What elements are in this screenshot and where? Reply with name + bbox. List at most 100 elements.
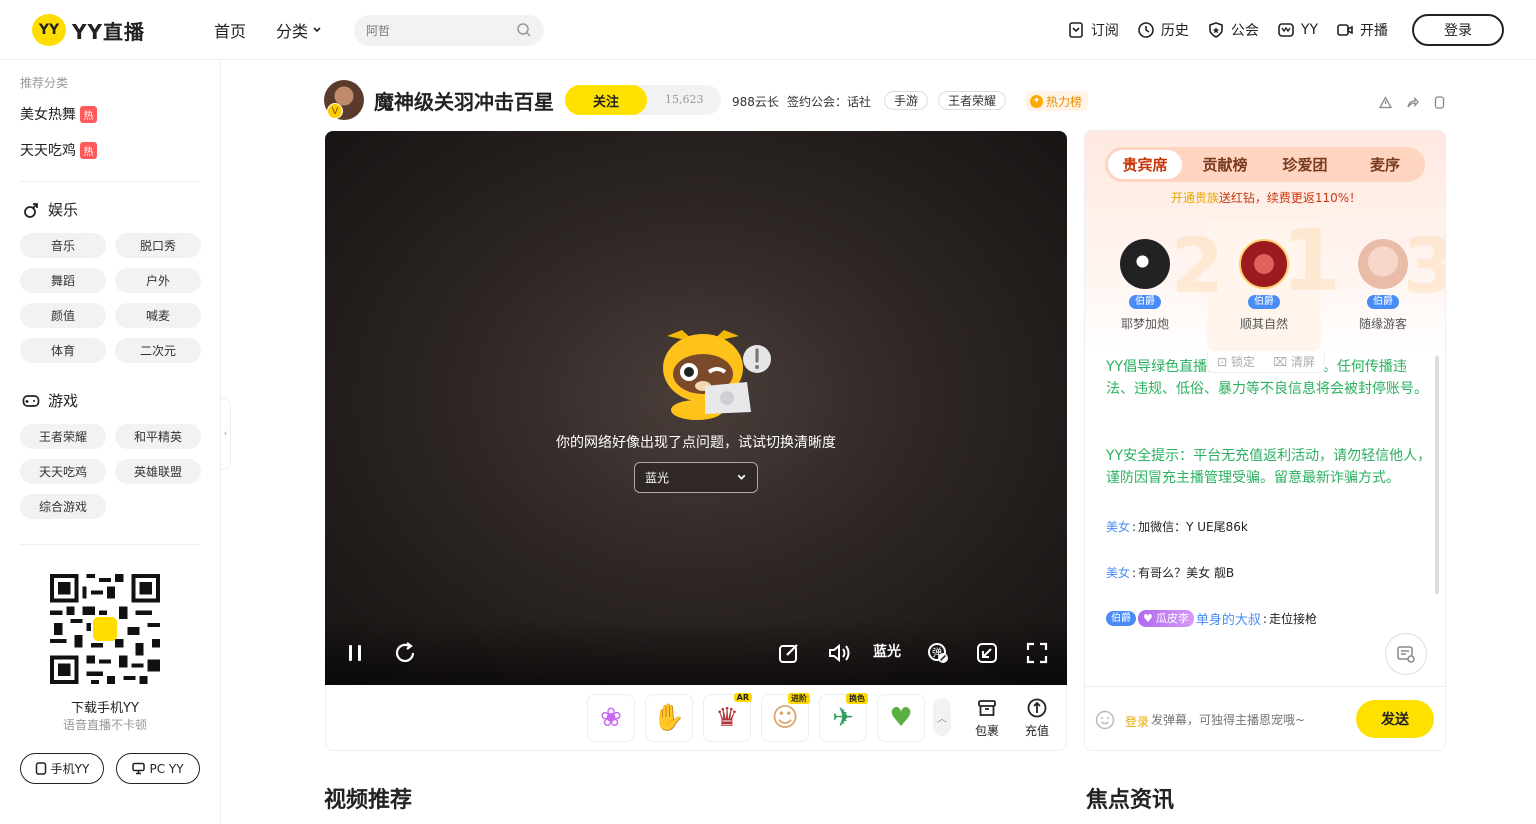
emoji-icon[interactable] — [1095, 710, 1115, 730]
chat-user[interactable]: 美女 — [1106, 564, 1130, 581]
noble-badge: 伯爵 — [1248, 295, 1280, 309]
chat-settings-button[interactable] — [1385, 633, 1427, 675]
pause-icon[interactable] — [343, 641, 367, 665]
lock-button[interactable]: ⊡ 锁定 — [1217, 353, 1255, 370]
go-live-label: 开播 — [1360, 23, 1388, 39]
chip-peacekeeper[interactable]: 和平精英 — [115, 424, 201, 449]
quality-select[interactable]: 蓝光 — [634, 462, 758, 493]
chip-pubg[interactable]: 天天吃鸡 — [20, 459, 106, 484]
edit-icon[interactable] — [777, 641, 801, 665]
nav-category-label: 分类 — [276, 22, 309, 41]
go-live-link[interactable]: 开播 — [1336, 14, 1388, 46]
refresh-icon[interactable] — [393, 641, 417, 665]
search-input[interactable] — [354, 15, 504, 46]
follow-button[interactable]: 关注 — [565, 85, 647, 115]
chip-dance[interactable]: 舞蹈 — [20, 268, 106, 293]
hot-rank-button[interactable]: ✦ 热力榜 — [1026, 91, 1089, 111]
search-icon[interactable] — [516, 22, 532, 38]
phone-watch-icon[interactable] — [1433, 94, 1446, 109]
danmaku-input[interactable] — [1151, 705, 1341, 735]
gift-item[interactable]: ❀ — [587, 694, 635, 742]
input-login-link[interactable]: 登录 — [1125, 713, 1149, 730]
rank-user[interactable]: 伯爵 顺其自然 — [1214, 239, 1314, 332]
rank-user[interactable]: 伯爵 随缘游客 — [1333, 239, 1433, 332]
chip-looks[interactable]: 颜值 — [20, 303, 106, 328]
share-icon[interactable] — [1406, 94, 1419, 108]
video-player[interactable]: 你的网络好像出现了点问题，试试切换清晰度 蓝光 蓝光 弹 — [325, 131, 1067, 685]
danmaku-off-icon[interactable]: 弹 — [926, 641, 950, 665]
clear-button[interactable]: ⌧ 清屏 — [1273, 353, 1315, 370]
send-button[interactable]: 发送 — [1356, 700, 1434, 738]
login-button[interactable]: 登录 — [1412, 14, 1504, 46]
rank-user-name: 随缘游客 — [1358, 317, 1407, 331]
chip-acg[interactable]: 二次元 — [115, 338, 201, 363]
tag-honor-of-kings[interactable]: 王者荣耀 — [938, 91, 1007, 110]
guild-link[interactable]: 公会 — [1207, 14, 1259, 46]
download-pc-button[interactable]: PC YY — [116, 753, 200, 784]
section-games: 游戏 — [22, 390, 78, 411]
qr-title: 下载手机YY — [71, 701, 139, 716]
search-box — [354, 15, 544, 46]
divider — [20, 181, 200, 182]
chip-talkshow[interactable]: 脱口秀 — [115, 233, 201, 258]
gift-expand-button[interactable]: ︿ — [933, 698, 951, 736]
tab-mic-queue[interactable]: 麦序 — [1345, 147, 1425, 182]
chat-separator: : — [1262, 611, 1267, 626]
room-title: 魔神级关羽冲击百星 — [374, 90, 554, 114]
yy-link[interactable]: YY — [1277, 14, 1318, 46]
history-link[interactable]: 历史 — [1137, 14, 1189, 46]
fullscreen-icon[interactable] — [1025, 641, 1049, 665]
report-icon[interactable] — [1378, 94, 1393, 109]
gift-balloon-icon: ♥ — [889, 703, 913, 733]
section-entertainment: 娱乐 — [22, 199, 78, 220]
chip-honor-of-kings[interactable]: 王者荣耀 — [20, 424, 106, 449]
tab-fan-club[interactable]: 珍爱团 — [1265, 147, 1345, 182]
top-bar: YY YY直播 首页 分类 订阅 历史 公会 YY 开播 登录 — [0, 0, 1536, 60]
chip-lol[interactable]: 英雄联盟 — [115, 459, 201, 484]
chat-text: 有哥么？美女 靓B — [1138, 566, 1235, 580]
top-right-menu: 订阅 历史 公会 YY 开播 登录 — [1067, 14, 1504, 46]
noble-promo[interactable]: 开通贵族送红钻，续费更返110%！ — [1085, 189, 1445, 206]
volume-icon[interactable] — [827, 641, 851, 665]
sidebar-item-dance[interactable]: 美女热舞 热 — [20, 104, 97, 124]
chat-user[interactable]: 单身的大叔 — [1196, 609, 1261, 628]
divider — [20, 544, 200, 545]
clock-icon — [1138, 22, 1154, 38]
chip-music[interactable]: 音乐 — [20, 233, 106, 258]
chip-shout[interactable]: 喊麦 — [115, 303, 201, 328]
sidebar-item-pubg[interactable]: 天天吃鸡 热 — [20, 140, 97, 160]
chat-message: 伯爵 ♥ 瓜皮李 单身的大叔: 走位接枪 — [1106, 609, 1317, 628]
guild-info[interactable]: 签约公会：话社 — [787, 93, 871, 110]
tab-vip-seats[interactable]: 贵宾席 — [1108, 150, 1182, 179]
gift-item[interactable]: ♛ AR — [703, 693, 752, 742]
sidebar-collapse-toggle[interactable]: ‹ — [221, 398, 231, 470]
download-mobile-button[interactable]: 手机YY — [20, 753, 104, 784]
chip-sports[interactable]: 体育 — [20, 338, 106, 363]
chat-separator: : — [1132, 519, 1137, 534]
logo[interactable]: YY YY直播 — [32, 14, 145, 46]
pip-icon[interactable] — [975, 641, 999, 665]
chip-general-games[interactable]: 综合游戏 — [20, 494, 106, 519]
gift-item[interactable]: ☺ 进阶 — [761, 693, 810, 742]
chevron-left-icon: ‹ — [223, 429, 228, 439]
gift-item[interactable]: ✈ 换色 — [819, 693, 868, 742]
avatar — [1358, 239, 1408, 289]
recharge-button[interactable]: 充值 — [1017, 697, 1057, 739]
chat-message: 美女: 有哥么？美女 靓B — [1106, 564, 1234, 581]
bag-button[interactable]: 包裹 — [967, 697, 1007, 739]
quality-control[interactable]: 蓝光 — [873, 641, 901, 661]
chat-user[interactable]: 美女 — [1106, 518, 1130, 535]
gift-item[interactable]: ✋ — [645, 694, 693, 742]
subscribe-link[interactable]: 订阅 — [1067, 14, 1119, 46]
chat-scrollbar[interactable] — [1435, 356, 1439, 594]
noble-promo-text: 送红钻，续费更返110%！ — [1218, 191, 1362, 205]
avatar — [1120, 239, 1170, 289]
chip-outdoor[interactable]: 户外 — [115, 268, 201, 293]
tag-mobile-game[interactable]: 手游 — [884, 91, 929, 110]
nav-category[interactable]: 分类 — [276, 18, 322, 42]
rank-user[interactable]: 伯爵 耶梦加炮 — [1095, 239, 1195, 332]
network-error-message: 你的网络好像出现了点问题，试试切换清晰度 — [556, 435, 836, 451]
nav-home[interactable]: 首页 — [214, 18, 246, 42]
tab-contribution[interactable]: 贡献榜 — [1185, 147, 1265, 182]
gift-item[interactable]: ♥ — [877, 694, 925, 742]
